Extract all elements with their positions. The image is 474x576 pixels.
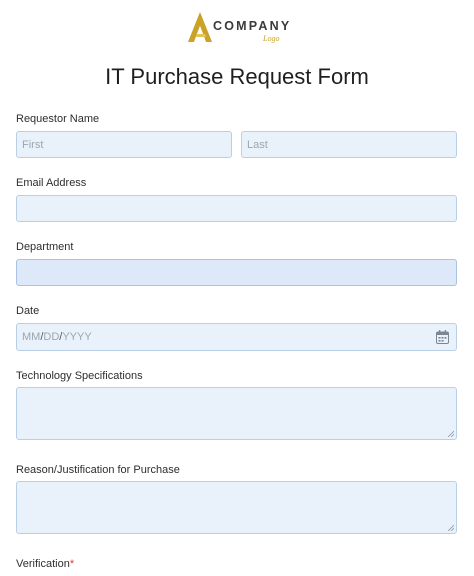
- date-mm-placeholder: MM: [22, 331, 41, 343]
- required-marker: *: [69, 558, 75, 570]
- calendar-icon[interactable]: [436, 330, 449, 344]
- resize-handle-icon[interactable]: [447, 524, 454, 531]
- date-placeholder: MM/DD/YYYY: [22, 331, 92, 343]
- date-yyyy-placeholder: YYYY: [62, 331, 92, 343]
- logo-mark-icon: [188, 12, 212, 42]
- last-name-placeholder: Last: [247, 138, 268, 151]
- reason-textarea[interactable]: [16, 481, 457, 534]
- department-label: Department: [16, 241, 74, 253]
- first-name-placeholder: First: [22, 138, 44, 151]
- department-input[interactable]: [16, 259, 457, 286]
- verification-label: Verification*: [16, 558, 74, 570]
- first-name-input[interactable]: First: [16, 131, 232, 158]
- date-dd-placeholder: DD: [43, 331, 60, 343]
- logo-subtext: Logo: [263, 34, 280, 43]
- last-name-input[interactable]: Last: [241, 131, 457, 158]
- date-label: Date: [16, 305, 40, 317]
- email-label: Email Address: [16, 177, 87, 189]
- company-logo: COMPANY Logo: [186, 10, 296, 46]
- verification-label-text: Verification: [16, 558, 70, 570]
- tech-specs-textarea[interactable]: [16, 387, 457, 440]
- logo-wordmark: COMPANY: [213, 19, 292, 33]
- email-input[interactable]: [16, 195, 457, 222]
- page-title: IT Purchase Request Form: [105, 64, 369, 89]
- requestor-name-label: Requestor Name: [16, 113, 100, 125]
- reason-label: Reason/Justification for Purchase: [16, 464, 180, 476]
- resize-handle-icon[interactable]: [447, 430, 454, 437]
- tech-specs-label: Technology Specifications: [16, 370, 143, 382]
- date-input[interactable]: MM/DD/YYYY: [16, 323, 457, 351]
